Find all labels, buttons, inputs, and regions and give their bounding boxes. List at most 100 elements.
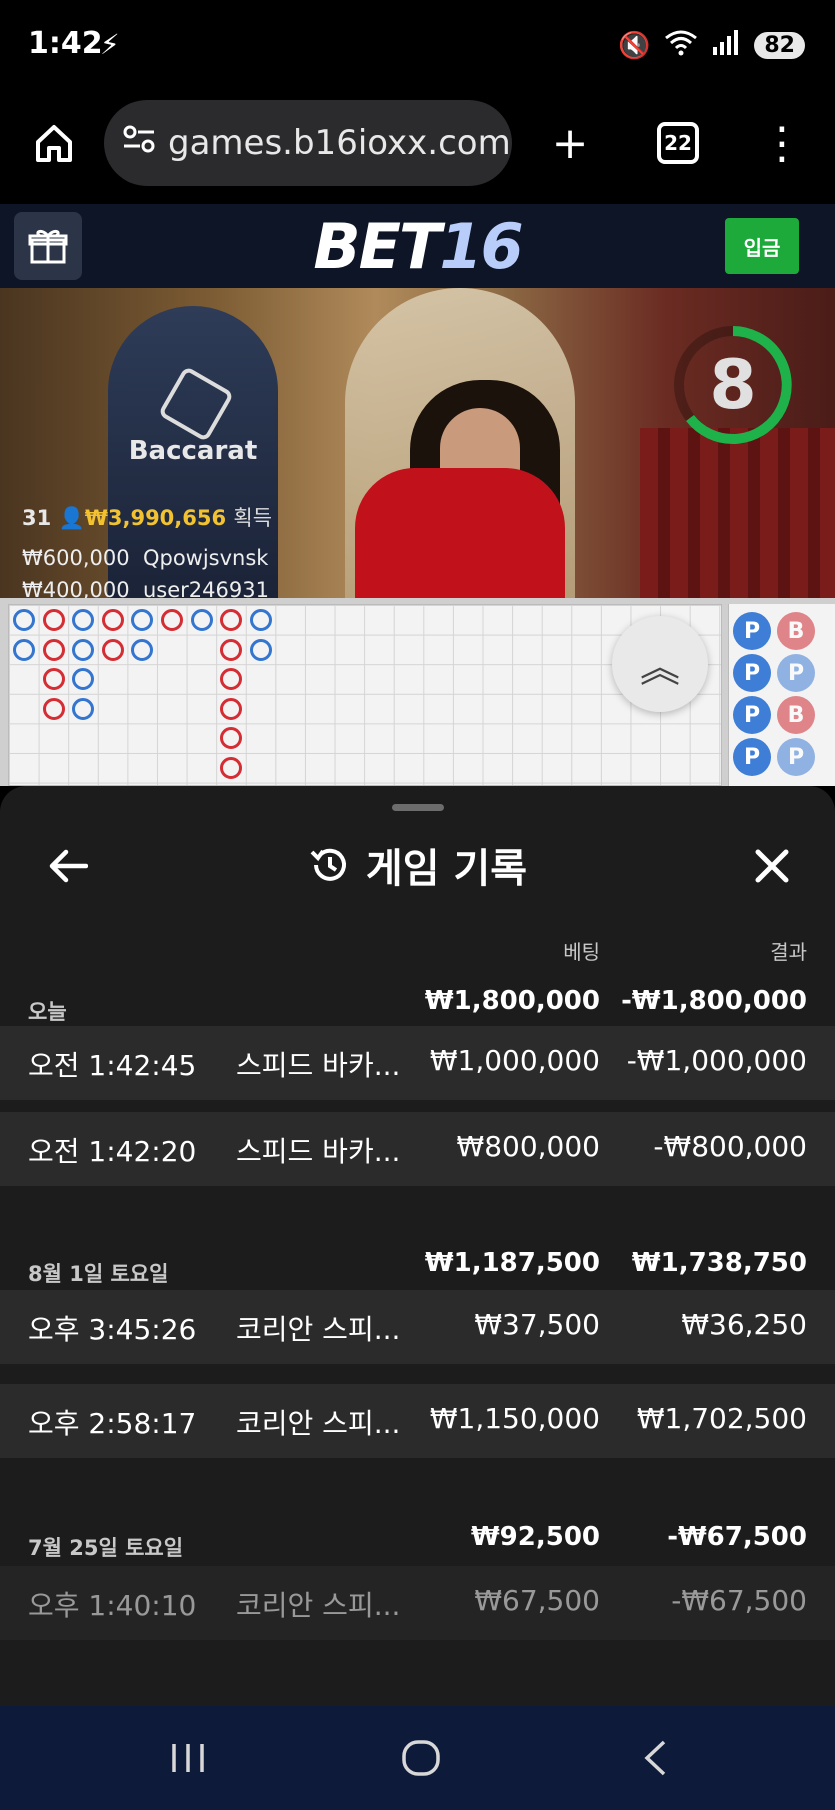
row-time: 오전 1:42:20 [28,1135,197,1168]
row-game: 코리안 스피... [236,1407,401,1440]
panel-title-text: 게임 기록 [365,846,528,892]
banker-win-circle [220,638,243,661]
countdown-number: 8 [709,345,757,425]
player-win-circle [249,638,272,661]
big-road [8,604,722,786]
row-bet: ₩1,000,000 [429,1044,600,1077]
back-nav-button[interactable] [605,1726,705,1790]
group-bet-total: ₩1,800,000 [424,986,600,1016]
player-win-circle [131,609,154,631]
history-row[interactable]: 오전 1:42:20 스피드 바카... ₩800,000 -₩800,000 [0,1112,835,1186]
site-logo[interactable]: BET16 [0,210,835,283]
banker-win-circle [220,757,243,779]
win-amount: ₩3,990,656 [84,506,227,530]
date-group-header: 오늘 ₩1,800,000 -₩1,800,000 [0,976,835,1032]
player-win-circle [249,609,272,631]
more-vert-icon: ⋮ [760,117,804,169]
status-time: 1:42 [28,26,103,61]
row-result: -₩1,000,000 [626,1044,807,1077]
history-icon [310,848,346,881]
roadmap-area [0,598,835,786]
tab-count: 22 [657,122,699,164]
site-header: BET16 입금 [0,204,835,288]
row-game: 스피드 바카... [236,1135,401,1168]
date-group-header: 7월 25일 토요일 ₩92,500 -₩67,500 [0,1512,835,1568]
baccarat-logo-icon [157,365,235,443]
group-bet-total: ₩92,500 [470,1522,600,1552]
banker-bead: B [777,696,815,734]
home-button[interactable] [14,100,94,186]
row-result: -₩67,500 [671,1584,807,1617]
player-bead: P [733,738,771,776]
site-settings-icon[interactable] [122,125,156,161]
home-nav-button[interactable] [371,1726,471,1790]
drag-handle[interactable] [392,804,444,811]
group-result-total: -₩67,500 [667,1522,807,1552]
plus-icon: + [551,117,589,169]
history-row[interactable]: 오전 1:42:45 스피드 바카... ₩1,000,000 -₩1,000,… [0,1026,835,1100]
row-time: 오후 3:45:26 [28,1313,197,1346]
chevron-left-icon [644,1740,666,1776]
player-bead: P [733,696,771,734]
double-chevron-up-icon: ︽ [640,645,680,691]
browser-toolbar: games.b16ioxx.com/ + 22 ⋮ [0,96,835,204]
banker-win-circle [42,697,65,720]
banker-win-circle [220,727,243,750]
row-game: 코리안 스피... [236,1589,401,1622]
banker-bead: B [777,612,815,650]
player-win-circle [72,638,95,661]
banker-win-circle [42,609,65,631]
player-bead: P [777,738,815,776]
status-bar: 1:42 ⚡ 🔇 82 [0,0,835,96]
player-win-circle [13,638,35,661]
winner-amount: ₩400,000 [22,578,130,598]
date-group-header: 8월 1일 토요일 ₩1,187,500 ₩1,738,750 [0,1238,835,1294]
banker-win-circle [42,668,65,691]
new-tab-button[interactable]: + [530,100,610,186]
row-bet: ₩67,500 [474,1584,600,1617]
row-bet: ₩37,500 [474,1308,600,1341]
history-row[interactable]: 오후 3:45:26 코리안 스피... ₩37,500 ₩36,250 [0,1290,835,1364]
tab-switcher-button[interactable]: 22 [638,100,718,186]
close-button[interactable] [744,838,800,894]
deposit-button[interactable]: 입금 [725,218,799,274]
winner-user: Qpowjsvnsk [142,546,269,570]
row-result: ₩1,702,500 [636,1402,807,1435]
url-text: games.b16ioxx.com/ [168,123,512,163]
group-bet-total: ₩1,187,500 [424,1248,600,1278]
system-nav-bar [0,1706,835,1810]
recent-apps-button[interactable] [138,1726,238,1790]
player-bead: P [733,612,771,650]
expand-roadmap-button[interactable]: ︽ [612,616,708,712]
win-label: 획득 [233,506,273,530]
player-bead: P [777,654,815,692]
game-history-panel: 게임 기록 베팅 결과 오늘 ₩1,800,000 -₩1,800,000 오전… [0,786,835,1706]
column-header-bet: 베팅 [563,940,600,964]
history-row[interactable]: 오후 1:40:10 코리안 스피... ₩67,500 -₩67,500 [0,1566,835,1640]
win-summary: 31 👤₩3,990,656 획득 [22,502,272,532]
row-bet: ₩800,000 [456,1130,600,1163]
recents-icon [172,1744,204,1772]
player-win-circle [190,609,213,631]
banker-win-circle [220,697,243,720]
row-time: 오전 1:42:45 [28,1049,197,1082]
banker-win-circle [101,638,124,661]
backdrop-curtain [640,428,835,598]
player-win-circle [72,609,95,631]
history-row[interactable]: 오후 2:58:17 코리안 스피... ₩1,150,000 ₩1,702,5… [0,1384,835,1458]
row-time: 오후 2:58:17 [28,1407,197,1440]
logo-number: 16 [439,210,523,283]
row-result: -₩800,000 [653,1130,807,1163]
address-bar[interactable]: games.b16ioxx.com/ [104,100,512,186]
row-game: 스피드 바카... [236,1049,401,1082]
banker-win-circle [42,638,65,661]
player-win-circle [72,697,95,720]
dealer-body [355,468,565,598]
column-header-result: 결과 [770,940,807,964]
group-date: 오늘 [28,1000,67,1024]
browser-menu-button[interactable]: ⋮ [742,100,822,186]
row-result: ₩36,250 [681,1308,807,1341]
logo-text: BET [313,210,441,283]
group-result-total: -₩1,800,000 [621,986,807,1016]
signal-icon [712,29,740,62]
